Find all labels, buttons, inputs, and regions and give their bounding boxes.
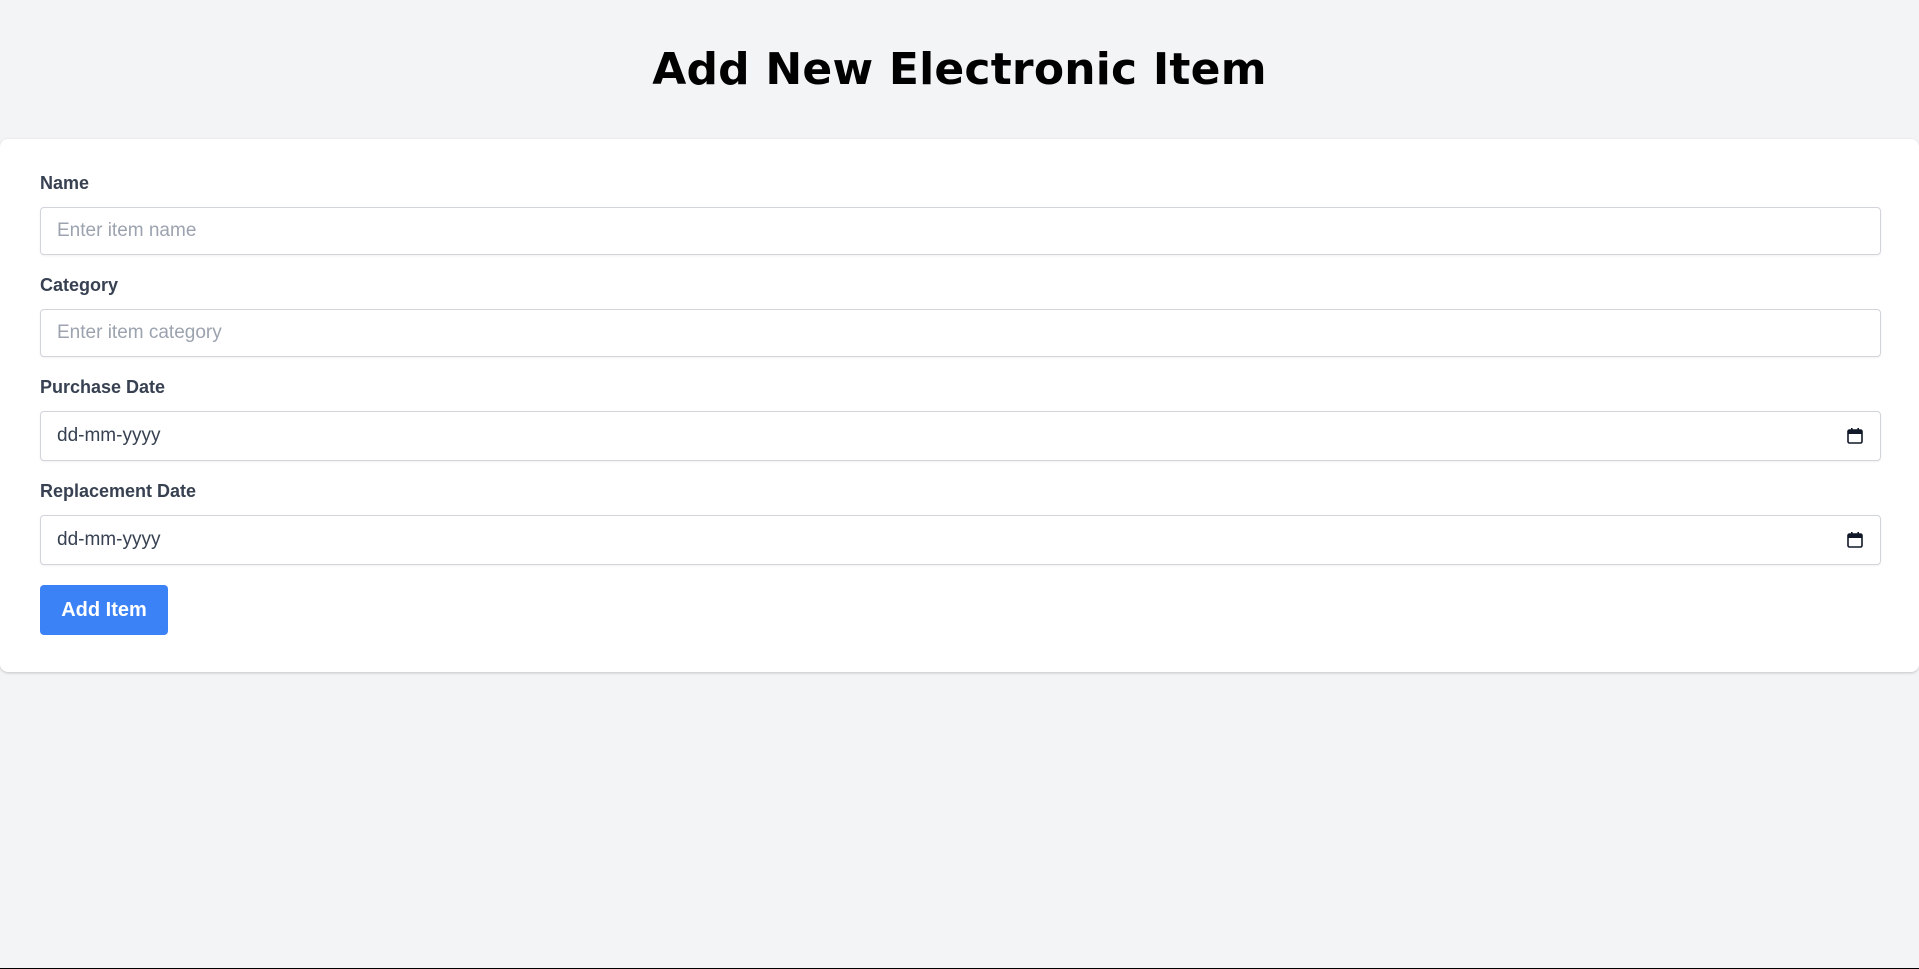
add-item-button[interactable]: Add Item <box>40 585 168 635</box>
name-field-group: Name <box>40 173 1881 255</box>
page-title: Add New Electronic Item <box>652 44 1267 95</box>
category-field-group: Category <box>40 275 1881 357</box>
purchase-date-field-group: Purchase Date dd-mm-yyyy <box>40 377 1881 461</box>
purchase-date-label: Purchase Date <box>40 377 166 397</box>
page-header: Add New Electronic Item <box>0 0 1919 139</box>
replacement-date-label: Replacement Date <box>40 481 197 501</box>
replacement-date-field-group: Replacement Date dd-mm-yyyy <box>40 481 1881 565</box>
category-input[interactable] <box>40 309 1881 357</box>
purchase-date-placeholder: dd-mm-yyyy <box>57 425 161 446</box>
name-label: Name <box>40 173 90 193</box>
name-input[interactable] <box>40 207 1881 255</box>
add-item-form: Name Category Purchase Date dd-mm-yyyy R… <box>0 139 1919 672</box>
category-label: Category <box>40 275 119 295</box>
calendar-icon[interactable] <box>1846 427 1864 445</box>
purchase-date-input[interactable]: dd-mm-yyyy <box>40 411 1881 461</box>
replacement-date-placeholder: dd-mm-yyyy <box>57 529 161 550</box>
replacement-date-input[interactable]: dd-mm-yyyy <box>40 515 1881 565</box>
calendar-icon[interactable] <box>1846 531 1864 549</box>
